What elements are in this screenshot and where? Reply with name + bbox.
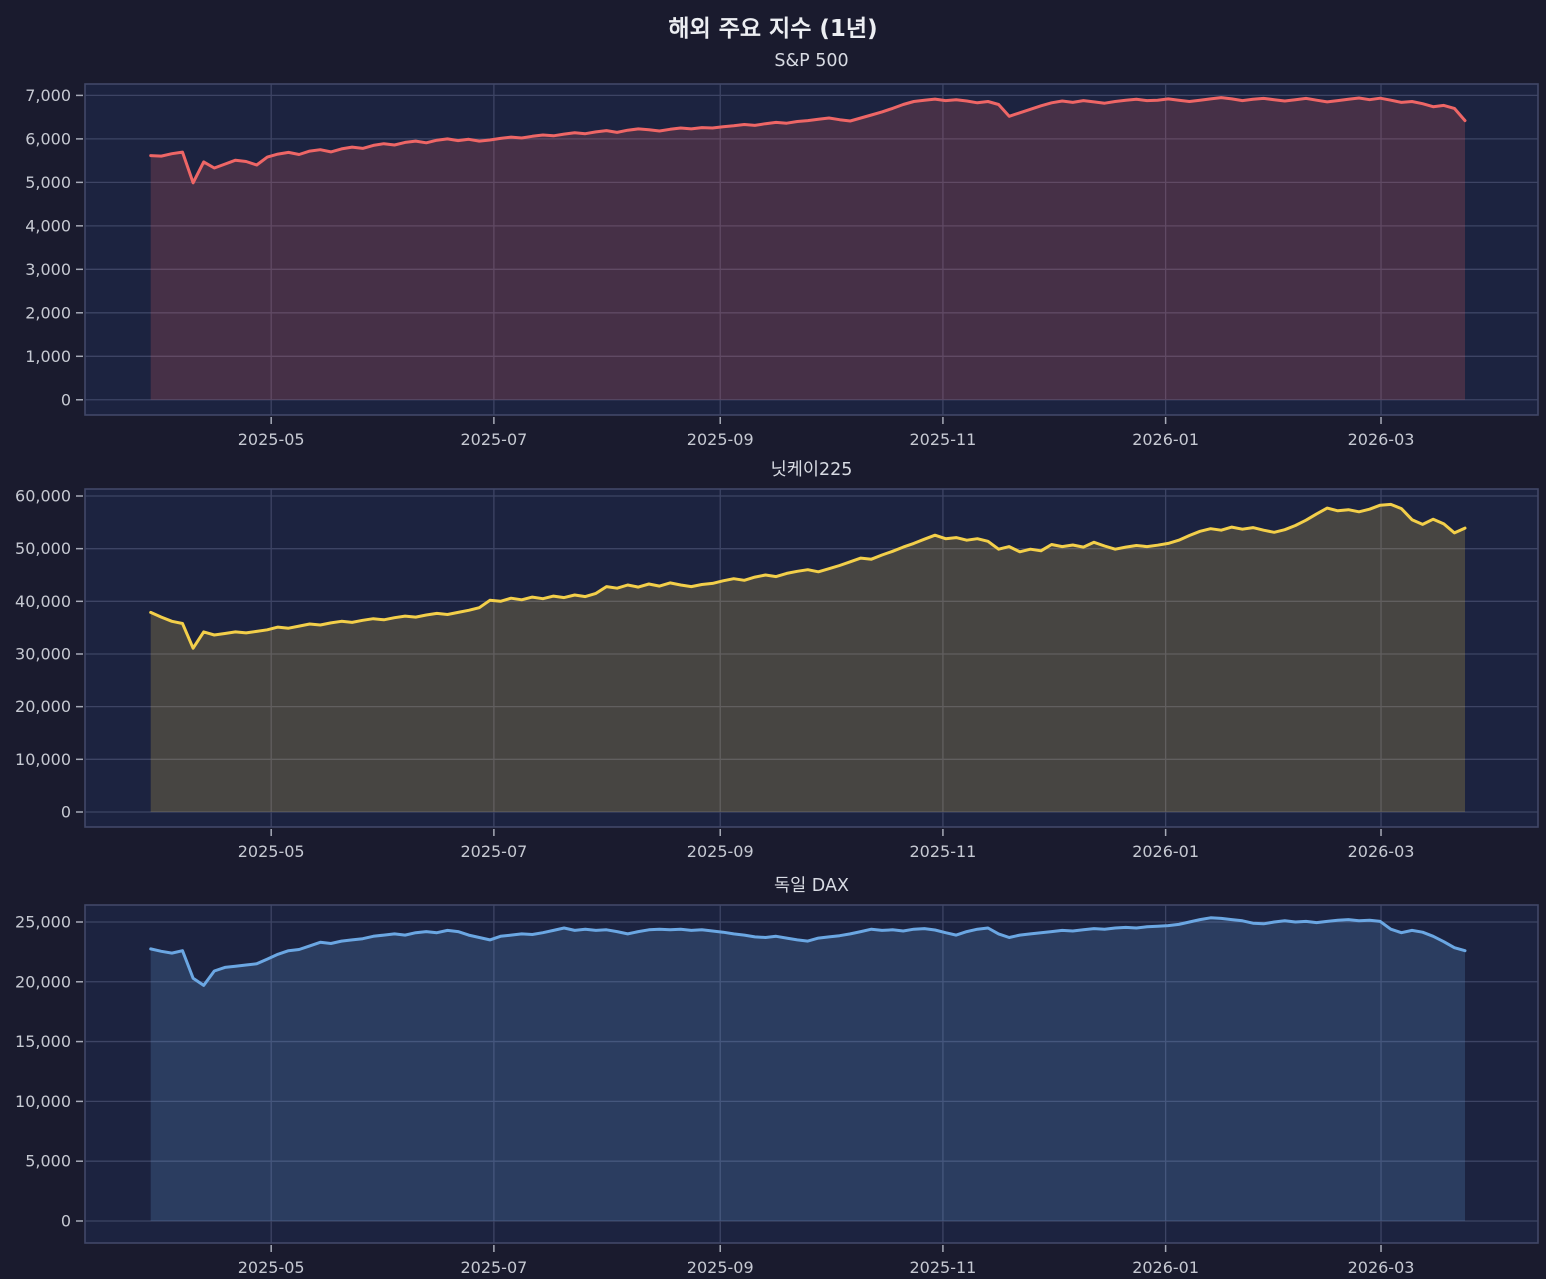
y-tick-label: 10,000 <box>15 1092 71 1111</box>
x-tick-label: 2025-05 <box>238 842 305 861</box>
y-tick-label: 2,000 <box>25 303 71 322</box>
x-tick-label: 2025-09 <box>687 430 754 449</box>
x-tick-label: 2025-07 <box>460 430 527 449</box>
y-tick-label: 15,000 <box>15 1032 71 1051</box>
series-area-dax <box>151 918 1465 1221</box>
x-tick-label: 2025-07 <box>460 1258 527 1277</box>
y-tick-label: 1,000 <box>25 347 71 366</box>
x-tick-label: 2025-11 <box>909 842 976 861</box>
x-tick-label: 2026-03 <box>1348 842 1415 861</box>
y-tick-label: 7,000 <box>25 86 71 105</box>
y-tick-label: 5,000 <box>25 1152 71 1171</box>
y-tick-label: 25,000 <box>15 912 71 931</box>
x-tick-label: 2025-07 <box>460 842 527 861</box>
y-tick-label: 5,000 <box>25 173 71 192</box>
x-tick-label: 2025-05 <box>238 430 305 449</box>
charts-svg: 0 1,000 2,000 3,000 4,000 5,000 6,000 7,000 2025… <box>0 0 1546 1279</box>
y-tick-label: 20,000 <box>15 972 71 991</box>
x-tick-label: 2026-03 <box>1348 1258 1415 1277</box>
x-tick-label: 2025-09 <box>687 1258 754 1277</box>
x-tick-label: 2025-11 <box>909 1258 976 1277</box>
x-tick-label: 2026-01 <box>1132 1258 1199 1277</box>
x-tick-label: 2026-03 <box>1348 430 1415 449</box>
y-tick-label: 40,000 <box>15 592 71 611</box>
y-tick-label: 20,000 <box>15 697 71 716</box>
y-tick-label: 6,000 <box>25 129 71 148</box>
y-tick-label: 0 <box>61 802 71 821</box>
x-tick-label: 2025-05 <box>238 1258 305 1277</box>
y-tick-label: 50,000 <box>15 539 71 558</box>
x-tick-label: 2025-09 <box>687 842 754 861</box>
y-tick-label: 4,000 <box>25 216 71 235</box>
x-tick-label: 2025-11 <box>909 430 976 449</box>
x-tick-label: 2026-01 <box>1132 430 1199 449</box>
y-tick-label: 10,000 <box>15 750 71 769</box>
y-tick-label: 3,000 <box>25 260 71 279</box>
y-tick-label: 30,000 <box>15 644 71 663</box>
x-tick-label: 2026-01 <box>1132 842 1199 861</box>
y-tick-label: 0 <box>61 390 71 409</box>
y-tick-label: 0 <box>61 1211 71 1230</box>
y-tick-label: 60,000 <box>15 487 71 506</box>
